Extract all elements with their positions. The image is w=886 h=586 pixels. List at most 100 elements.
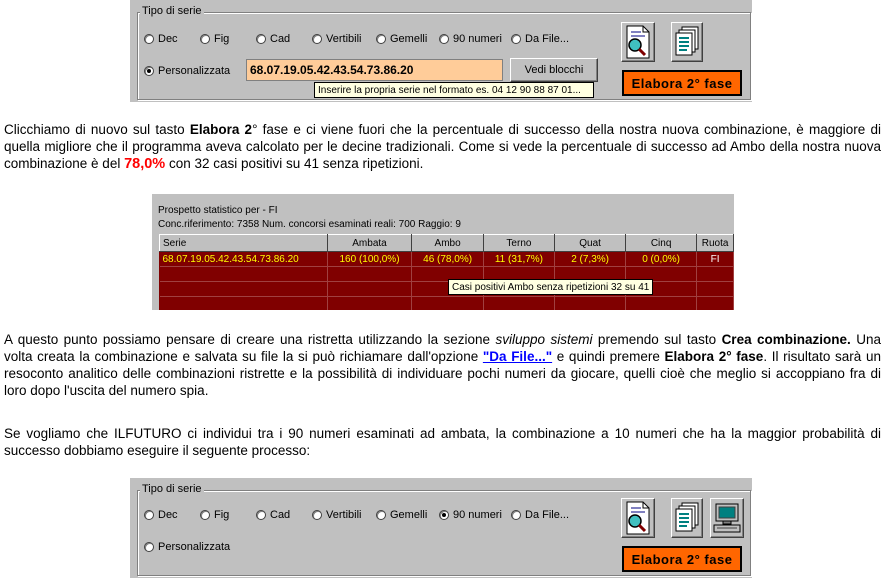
groupbox-title: Tipo di serie <box>140 483 204 495</box>
paragraph-2: A questo punto possiamo pensare di crear… <box>4 331 881 399</box>
radio-label: Dec <box>158 509 178 521</box>
percentage-highlight: 78,0% <box>124 156 166 172</box>
radio-label: Gemelli <box>390 509 428 521</box>
radio-circle[interactable] <box>256 34 266 44</box>
magnifier-document-icon <box>626 501 650 535</box>
column-header[interactable]: Ruota <box>696 234 734 252</box>
series-input[interactable]: 68.07.19.05.42.43.54.73.86.20 <box>246 59 503 81</box>
documents-button[interactable] <box>671 498 703 538</box>
table-cell: 0 (0,0%) <box>625 251 698 267</box>
view-blocks-button[interactable]: Vedi blocchi <box>510 58 598 82</box>
radio-dec[interactable]: Dec <box>144 33 178 45</box>
radio-label: Cad <box>270 33 291 45</box>
radio-circle[interactable] <box>200 510 210 520</box>
radio-circle[interactable] <box>376 510 386 520</box>
para-text: Clicchiamo di nuovo sul tasto <box>4 122 190 137</box>
radio-cad[interactable]: Cad <box>256 33 290 45</box>
radio-circle[interactable] <box>144 510 154 520</box>
para-bold: Crea combinazione. <box>721 332 851 347</box>
documents-icon <box>675 502 699 532</box>
table-cell: 11 (31,7%) <box>483 251 556 267</box>
column-header[interactable]: Ambo <box>411 234 484 252</box>
table-cell: 160 (100,0%) <box>327 251 413 267</box>
radio-label: Personalizzata <box>158 65 231 77</box>
para-italic: sviluppo sistemi <box>495 332 593 347</box>
radio-circle[interactable] <box>511 510 521 520</box>
magnifier-document-icon <box>626 25 650 59</box>
table-row[interactable]: 68.07.19.05.42.43.54.73.86.20 160 (100,0… <box>159 251 734 267</box>
radio-circle-selected[interactable] <box>439 510 449 520</box>
table-cell: 2 (7,3%) <box>554 251 627 267</box>
radio-da-file[interactable]: Da File... <box>511 33 569 45</box>
stats-tooltip: Casi positivi Ambo senza ripetizioni 32 … <box>448 279 654 295</box>
column-header[interactable]: Ambata <box>326 234 413 252</box>
para-text: con 32 casi positivi su 41 senza ripetiz… <box>165 156 424 171</box>
column-header[interactable]: Cinq <box>625 234 698 252</box>
column-header[interactable]: Quat <box>554 234 627 252</box>
table-cell: 68.07.19.05.42.43.54.73.86.20 <box>159 251 328 267</box>
radio-label: Gemelli <box>390 33 428 45</box>
paragraph-1: Clicchiamo di nuovo sul tasto Elabora 2°… <box>4 121 881 173</box>
elabora-2-fase-button[interactable]: Elabora 2° fase <box>622 546 742 572</box>
stats-title: Prospetto statistico per - FI <box>158 205 278 216</box>
radio-label: Dec <box>158 33 178 45</box>
series-tooltip: Inserire la propria serie nel formato es… <box>314 82 594 98</box>
radio-vertibili[interactable]: Vertibili <box>312 509 361 521</box>
documents-button[interactable] <box>671 22 703 62</box>
radio-circle[interactable] <box>376 34 386 44</box>
magnifier-document-button[interactable] <box>621 22 655 62</box>
computer-button[interactable] <box>710 498 744 538</box>
radio-gemelli[interactable]: Gemelli <box>376 33 427 45</box>
radio-label: Da File... <box>525 509 570 521</box>
radio-circle[interactable] <box>312 510 322 520</box>
radio-circle[interactable] <box>200 34 210 44</box>
radio-circle[interactable] <box>144 34 154 44</box>
radio-personalizzata[interactable]: Personalizzata <box>144 65 230 77</box>
radio-90-numeri[interactable]: 90 numeri <box>439 509 502 521</box>
radio-90-numeri[interactable]: 90 numeri <box>439 33 502 45</box>
stats-info: Conc.riferimento: 7358 Num. concorsi esa… <box>158 219 461 230</box>
radio-label: Vertibili <box>326 509 362 521</box>
radio-da-file[interactable]: Da File... <box>511 509 569 521</box>
radio-circle[interactable] <box>256 510 266 520</box>
radio-fig[interactable]: Fig <box>200 33 229 45</box>
radio-label: Fig <box>214 33 230 45</box>
radio-gemelli[interactable]: Gemelli <box>376 509 427 521</box>
column-header[interactable]: Terno <box>482 234 556 252</box>
magnifier-document-button[interactable] <box>621 498 655 538</box>
radio-circle[interactable] <box>312 34 322 44</box>
para-text: e quindi premere <box>552 349 665 364</box>
stats-grid: Serie Ambata Ambo Terno Quat Cinq Ruota … <box>159 234 734 310</box>
radio-circle[interactable] <box>439 34 449 44</box>
computer-icon <box>713 503 741 533</box>
radio-personalizzata[interactable]: Personalizzata <box>144 541 230 553</box>
radio-label: 90 numeri <box>453 33 502 45</box>
radio-vertibili[interactable]: Vertibili <box>312 33 361 45</box>
para-bold: Elabora 2° fase <box>664 349 764 364</box>
series-panel-top: Tipo di serie Dec Fig Cad Vertibili Geme… <box>130 0 752 102</box>
elabora-2-fase-button[interactable]: Elabora 2° fase <box>622 70 742 96</box>
radio-label: Vertibili <box>326 33 362 45</box>
paragraph-3: Se vogliamo che ILFUTURO ci individui tr… <box>4 426 881 458</box>
radio-dec[interactable]: Dec <box>144 509 178 521</box>
radio-circle-selected[interactable] <box>144 66 154 76</box>
column-header[interactable]: Serie <box>159 234 328 252</box>
radio-label: Cad <box>270 509 291 521</box>
da-file-link[interactable]: "Da File..." <box>483 349 552 364</box>
radio-label: 90 numeri <box>453 509 502 521</box>
table-header-row: Serie Ambata Ambo Terno Quat Cinq Ruota <box>159 234 734 252</box>
para-text: A questo punto possiamo pensare di crear… <box>4 332 496 347</box>
stats-panel: Prospetto statistico per - FI Conc.rifer… <box>152 194 734 310</box>
radio-circle[interactable] <box>144 542 154 552</box>
table-cell: FI <box>696 251 734 267</box>
radio-circle[interactable] <box>511 34 521 44</box>
table-row-empty <box>159 296 734 310</box>
radio-fig[interactable]: Fig <box>200 509 229 521</box>
radio-cad[interactable]: Cad <box>256 509 290 521</box>
stats-table: Serie Ambata Ambo Terno Quat Cinq Ruota … <box>159 234 734 310</box>
radio-label: Fig <box>214 509 230 521</box>
para-bold: Elabora 2 <box>189 122 253 137</box>
table-cell: 46 (78,0%) <box>411 251 484 267</box>
groupbox-title: Tipo di serie <box>140 5 204 17</box>
series-panel-bottom: Tipo di serie Dec Fig Cad Vertibili Geme… <box>130 478 752 578</box>
